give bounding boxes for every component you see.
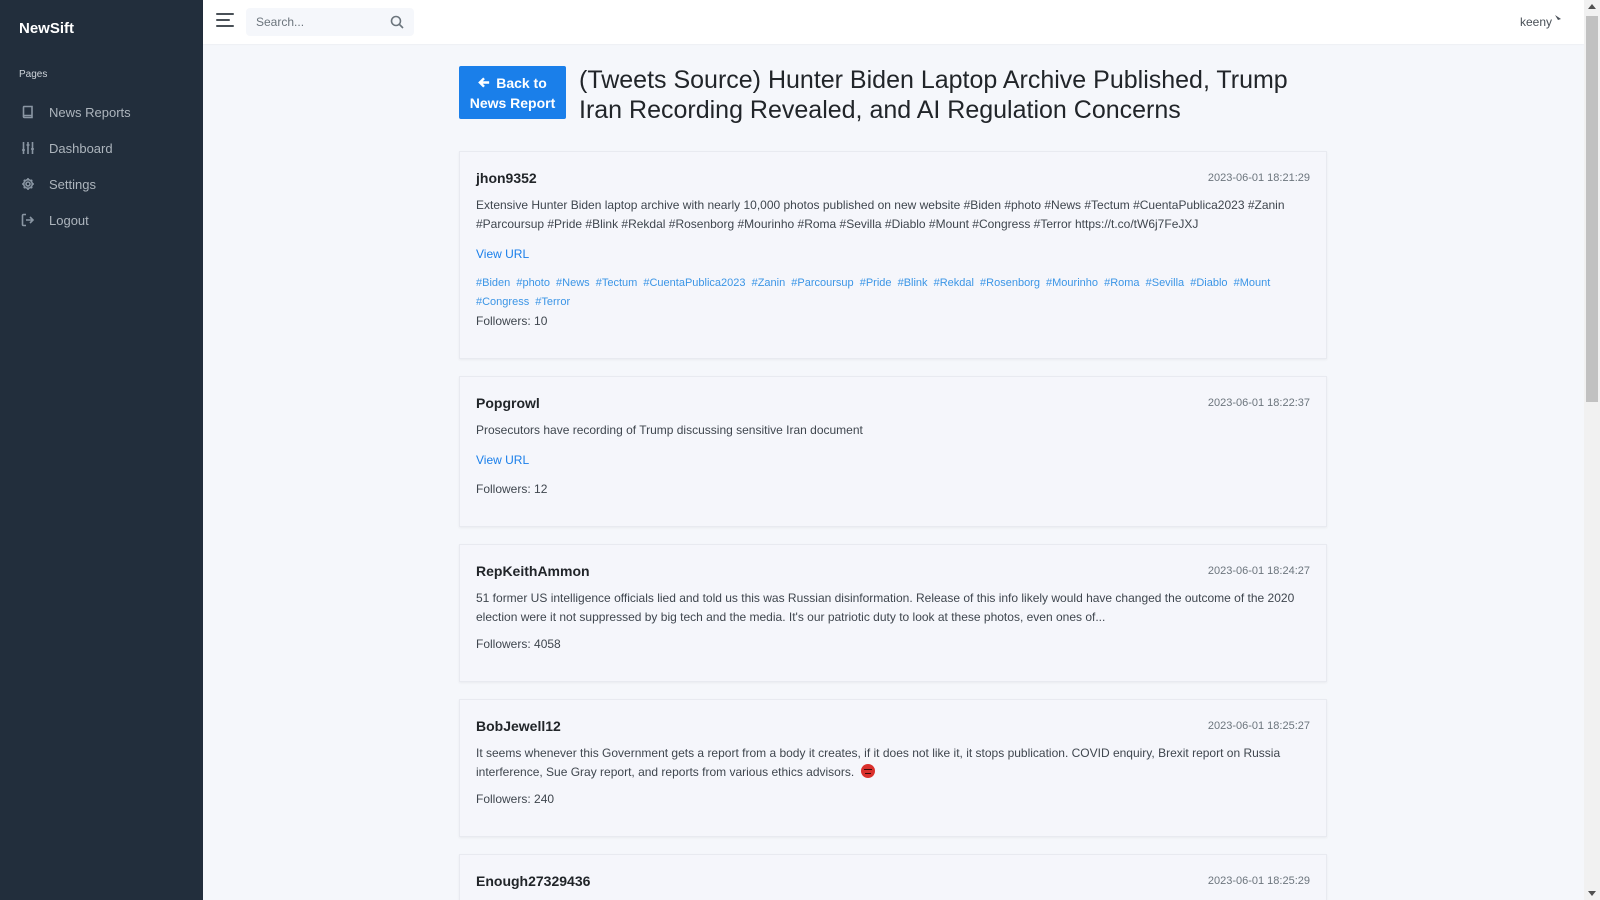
- tweet-author: RepKeithAmmon: [476, 563, 590, 579]
- search-box: [246, 8, 414, 36]
- hashtag-link[interactable]: #photo: [516, 277, 550, 289]
- scroll-up-icon[interactable]: [1588, 4, 1596, 9]
- tweet-text: It seems whenever this Government gets a…: [476, 746, 1281, 779]
- tweet-timestamp: 2023-06-01 18:25:27: [1207, 720, 1310, 732]
- sidebar-item-logout[interactable]: Logout: [0, 202, 203, 238]
- tweet-author: Enough27329436: [476, 873, 591, 889]
- sidebar-item-label: Logout: [49, 212, 89, 228]
- hashtag-link[interactable]: #Diablo: [1190, 277, 1227, 289]
- tweet-timestamp: 2023-06-01 18:24:27: [1207, 565, 1310, 577]
- followers-count: Followers: 12: [476, 482, 548, 496]
- sidebar: NewSift Pages News Reports Dashboard Set…: [0, 0, 203, 900]
- tweet-author: jhon9352: [476, 170, 537, 186]
- scroll-down-icon[interactable]: [1588, 891, 1596, 896]
- sidebar-item-settings[interactable]: Settings: [0, 166, 203, 202]
- brand-logo[interactable]: NewSift: [0, 0, 203, 57]
- sidebar-header: Pages: [19, 69, 48, 80]
- hashtag-link[interactable]: #Biden: [476, 277, 510, 289]
- hashtag-link[interactable]: #Mount: [1234, 277, 1271, 289]
- tweet-card: Enough27329436 2023-06-01 18:25:29: [459, 854, 1327, 900]
- hashtag-link[interactable]: #Rosenborg: [980, 277, 1040, 289]
- search-icon[interactable]: [390, 15, 404, 29]
- main-content: Back to News Report (Tweets Source) Hunt…: [459, 66, 1327, 900]
- page-header: Back to News Report (Tweets Source) Hunt…: [459, 66, 1327, 125]
- hashtag-link[interactable]: #Rekdal: [934, 277, 974, 289]
- angry-face-icon: [860, 764, 875, 778]
- followers-count: Followers: 4058: [476, 637, 561, 651]
- view-url-link[interactable]: View URL: [476, 453, 529, 467]
- page-scrollbar[interactable]: [1584, 0, 1600, 900]
- sidebar-item-label: News Reports: [49, 104, 131, 120]
- hashtag-link[interactable]: #Parcoursup: [791, 277, 853, 289]
- tweet-card: jhon9352 2023-06-01 18:21:29 Extensive H…: [459, 151, 1327, 359]
- user-menu[interactable]: keeny: [1520, 15, 1552, 29]
- hashtag-link[interactable]: #Pride: [860, 277, 892, 289]
- hamburger-menu-icon[interactable]: [216, 13, 234, 29]
- tweet-text: Prosecutors have recording of Trump disc…: [476, 423, 863, 437]
- hashtag-link[interactable]: #Tectum: [596, 277, 638, 289]
- tweet-text: 51 former US intelligence officials lied…: [476, 591, 1295, 624]
- hashtag-link[interactable]: #News: [556, 277, 590, 289]
- hashtag-link[interactable]: #Mourinho: [1046, 277, 1098, 289]
- scrollbar-thumb[interactable]: [1586, 16, 1598, 402]
- tweet-text: Extensive Hunter Biden laptop archive wi…: [476, 198, 1285, 231]
- tweet-author: Popgrowl: [476, 395, 540, 411]
- tweet-author: BobJewell12: [476, 718, 561, 734]
- book-icon: [21, 105, 35, 119]
- hashtag-link[interactable]: #Zanin: [752, 277, 786, 289]
- tweet-timestamp: 2023-06-01 18:25:29: [1207, 875, 1310, 887]
- logout-icon: [21, 213, 35, 227]
- sidebar-item-dashboard[interactable]: Dashboard: [0, 130, 203, 166]
- tweet-card: Popgrowl 2023-06-01 18:22:37 Prosecutors…: [459, 376, 1327, 527]
- sliders-icon: [21, 141, 35, 155]
- hashtag-link[interactable]: #CuentaPublica2023: [643, 277, 745, 289]
- hashtag-list: #Biden #photo #News #Tectum #CuentaPubli…: [476, 274, 1310, 312]
- arrow-left-icon: [478, 77, 490, 88]
- search-input[interactable]: [246, 8, 376, 36]
- hashtag-link[interactable]: #Congress: [476, 296, 529, 308]
- sidebar-item-label: Dashboard: [49, 140, 113, 156]
- back-to-news-report-button[interactable]: Back to News Report: [459, 66, 566, 119]
- hashtag-link[interactable]: #Sevilla: [1146, 277, 1185, 289]
- sidebar-item-label: Settings: [49, 176, 96, 192]
- gear-icon: [21, 177, 35, 191]
- tweet-timestamp: 2023-06-01 18:22:37: [1207, 397, 1310, 409]
- view-url-link[interactable]: View URL: [476, 247, 529, 261]
- sidebar-item-news-reports[interactable]: News Reports: [0, 94, 203, 130]
- tweet-timestamp: 2023-06-01 18:21:29: [1207, 172, 1310, 184]
- top-navbar: keeny: [203, 0, 1584, 44]
- tweet-card: BobJewell12 2023-06-01 18:25:27 It seems…: [459, 699, 1327, 837]
- caret-icon[interactable]: [1554, 14, 1562, 22]
- hashtag-link[interactable]: #Blink: [898, 277, 928, 289]
- tweet-card: RepKeithAmmon 2023-06-01 18:24:27 51 for…: [459, 544, 1327, 682]
- followers-count: Followers: 10: [476, 314, 548, 328]
- followers-count: Followers: 240: [476, 792, 555, 806]
- hashtag-link[interactable]: #Roma: [1104, 277, 1139, 289]
- hashtag-link[interactable]: #Terror: [535, 296, 570, 308]
- page-title: (Tweets Source) Hunter Biden Laptop Arch…: [579, 66, 1288, 124]
- tweet-text-container: It seems whenever this Government gets a…: [476, 744, 1310, 782]
